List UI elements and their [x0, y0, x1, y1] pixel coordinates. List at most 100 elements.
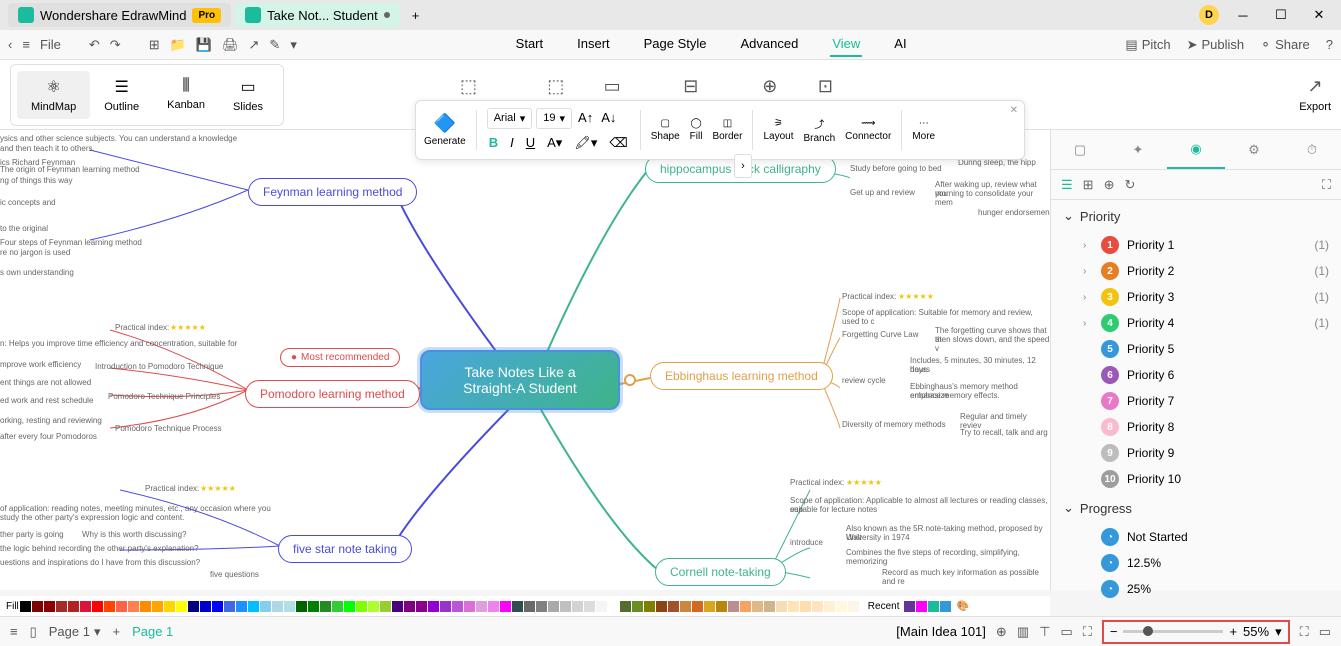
view-slides[interactable]: ▭Slides [219, 71, 277, 119]
color-swatch[interactable] [476, 601, 487, 612]
color-swatch[interactable] [224, 601, 235, 612]
color-swatch[interactable] [536, 601, 547, 612]
menu-view[interactable]: View [830, 32, 862, 57]
scroll-right-arrow[interactable]: › [734, 154, 752, 178]
page-tab[interactable]: Page 1 [132, 624, 173, 639]
color-swatch[interactable] [152, 601, 163, 612]
node-handle[interactable] [624, 374, 636, 386]
color-swatch[interactable] [44, 601, 55, 612]
home-tab[interactable]: Wondershare EdrawMind Pro [8, 3, 231, 27]
close-button[interactable]: ✕ [1305, 5, 1333, 25]
color-swatch[interactable] [164, 601, 175, 612]
color-swatch[interactable] [560, 601, 571, 612]
color-swatch[interactable] [428, 601, 439, 612]
zoom-in-button[interactable]: + [1229, 624, 1237, 639]
priority-item[interactable]: 8 Priority 8 [1063, 414, 1329, 440]
color-swatch[interactable] [464, 601, 475, 612]
pomodoro-node[interactable]: Pomodoro learning method [245, 380, 420, 408]
shape-button[interactable]: ▢Shape [651, 118, 680, 142]
color-swatch[interactable] [848, 601, 859, 612]
color-swatch[interactable] [452, 601, 463, 612]
color-swatch[interactable] [356, 601, 367, 612]
color-swatch[interactable] [620, 601, 631, 612]
view-outline[interactable]: ☰Outline [90, 71, 153, 119]
zoom-slider[interactable] [1123, 630, 1223, 633]
share-button[interactable]: ⚬Share [1260, 37, 1310, 53]
new-tab-button[interactable]: + [404, 4, 428, 27]
publish-button[interactable]: ➤Publish [1187, 37, 1245, 53]
highlight-button[interactable]: 🖍▾ [572, 133, 599, 153]
color-swatch[interactable] [812, 601, 823, 612]
font-family-select[interactable]: Arial ▾ [487, 108, 533, 129]
layout-toggle-icon[interactable]: ≡ [10, 624, 18, 639]
recommended-badge[interactable]: Most recommended [280, 348, 400, 367]
color-swatch[interactable] [128, 601, 139, 612]
color-swatch[interactable] [68, 601, 79, 612]
fivestar-node[interactable]: five star note taking [278, 535, 412, 563]
color-swatch[interactable] [188, 601, 199, 612]
rp-sub-expand[interactable]: ⛶ [1322, 177, 1331, 193]
pitch-button[interactable]: ▤Pitch [1125, 37, 1170, 53]
rp-sub-list[interactable]: ☰ [1061, 177, 1073, 193]
hamburger-icon[interactable]: ≡ [22, 37, 30, 52]
file-menu[interactable]: File [40, 37, 61, 52]
rp-tab-topic[interactable]: ▢ [1051, 130, 1109, 169]
menu-pagestyle[interactable]: Page Style [642, 32, 709, 57]
rp-sub-add[interactable]: ⊕ [1104, 177, 1115, 193]
ebbing-node[interactable]: Ebbinghaus learning method [650, 362, 833, 390]
color-swatch[interactable] [632, 601, 643, 612]
back-icon[interactable]: ‹ [8, 37, 12, 52]
bold-button[interactable]: B [487, 133, 500, 153]
color-swatch[interactable] [284, 601, 295, 612]
color-swatch[interactable] [116, 601, 127, 612]
central-node[interactable]: Take Notes Like a Straight-A Student [420, 350, 620, 410]
color-swatch[interactable] [56, 601, 67, 612]
color-swatch[interactable] [380, 601, 391, 612]
priority-item[interactable]: 5 Priority 5 [1063, 336, 1329, 362]
fullscreen-icon[interactable]: ⛶ [1300, 624, 1309, 640]
color-swatch[interactable] [644, 601, 655, 612]
branch-button[interactable]: ⤴Branch [803, 116, 835, 144]
color-swatch[interactable] [248, 601, 259, 612]
recent-color-swatch[interactable] [928, 601, 939, 612]
close-toolbar-button[interactable]: ✕ [1010, 105, 1018, 116]
color-swatch[interactable] [728, 601, 739, 612]
color-swatch[interactable] [740, 601, 751, 612]
sb-icon-2[interactable]: ▥ [1017, 624, 1029, 640]
rp-sub-grid[interactable]: ⊞ [1083, 177, 1094, 193]
rp-sub-refresh[interactable]: ↻ [1124, 177, 1135, 193]
color-swatch[interactable] [332, 601, 343, 612]
priority-item[interactable]: › 1 Priority 1 (1) [1063, 232, 1329, 258]
view-mindmap[interactable]: ⚛MindMap [17, 71, 90, 119]
color-swatch[interactable] [788, 601, 799, 612]
decrease-font-button[interactable]: A↓ [599, 108, 618, 129]
menu-insert[interactable]: Insert [575, 32, 612, 57]
sb-icon-5[interactable]: ⛶ [1083, 624, 1092, 640]
document-tab[interactable]: Take Not... Student [235, 3, 400, 27]
menu-advanced[interactable]: Advanced [739, 32, 801, 57]
color-swatch[interactable] [80, 601, 91, 612]
underline-button[interactable]: U [524, 133, 537, 153]
color-swatch[interactable] [20, 601, 31, 612]
new-icon[interactable]: ⊞ [149, 37, 160, 53]
color-swatch[interactable] [104, 601, 115, 612]
color-swatch[interactable] [140, 601, 151, 612]
fill-button[interactable]: ◯Fill [690, 118, 703, 142]
canvas[interactable]: Take Notes Like a Straight-A Student Fey… [0, 130, 1050, 590]
color-swatch[interactable] [404, 601, 415, 612]
color-swatch[interactable] [716, 601, 727, 612]
color-swatch[interactable] [824, 601, 835, 612]
color-swatch[interactable] [764, 601, 775, 612]
sb-icon-3[interactable]: ⊤ [1039, 624, 1050, 640]
feynman-node[interactable]: Feynman learning method [248, 178, 417, 206]
color-swatch[interactable] [308, 601, 319, 612]
layout-button[interactable]: ⚞Layout [763, 118, 793, 142]
color-swatch[interactable] [512, 601, 523, 612]
color-swatch[interactable] [32, 601, 43, 612]
zoom-dropdown[interactable]: ▾ [1275, 624, 1282, 640]
page-select[interactable]: Page 1 ▾ [49, 624, 101, 640]
more-button[interactable]: ⋯More [912, 118, 935, 142]
cornell-node[interactable]: Cornell note-taking [655, 558, 786, 586]
progress-item[interactable]: ◔ 12.5% [1063, 550, 1329, 576]
color-swatch[interactable] [272, 601, 283, 612]
